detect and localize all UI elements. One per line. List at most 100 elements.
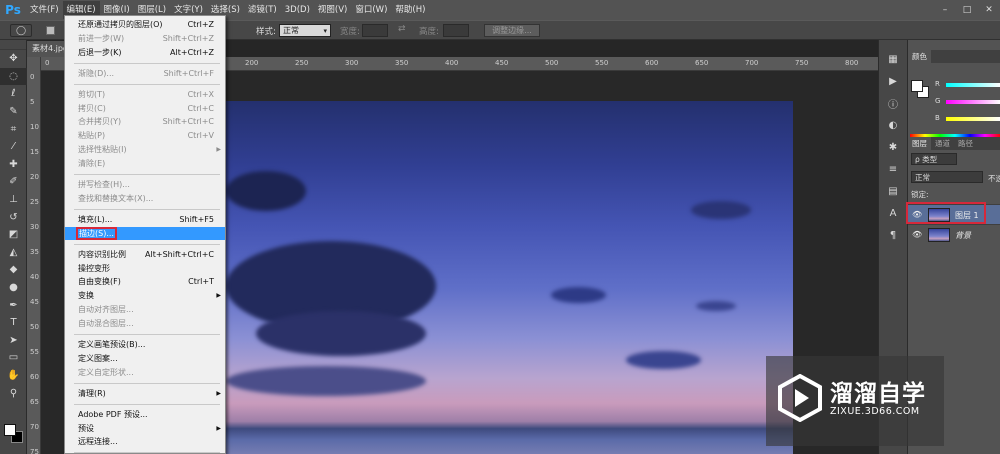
paragraph-icon[interactable]: ¶ — [879, 224, 907, 246]
blur-tool-icon[interactable]: ◆ — [0, 261, 27, 279]
menu-window[interactable]: 窗口(W) — [351, 1, 391, 19]
tab-channels[interactable]: 通道 — [931, 137, 954, 150]
quick-select-tool-icon[interactable]: ✎ — [0, 103, 27, 121]
menu-item[interactable]: 还原通过拷贝的图层(O) Ctrl+Z — [65, 18, 225, 31]
dock-grip[interactable] — [879, 40, 907, 48]
menu-item[interactable]: 清理(R) ▶ — [65, 387, 225, 400]
menu-item-label: 前进一步(W) — [78, 33, 125, 43]
character-icon[interactable]: A — [879, 202, 907, 224]
path-select-icon[interactable]: ➤ — [0, 332, 27, 350]
width-input[interactable] — [362, 24, 388, 37]
menu-item-label: 剪切(T) — [78, 89, 106, 99]
height-input[interactable] — [443, 24, 469, 37]
close-button[interactable]: ✕ — [978, 0, 1000, 20]
menu-item[interactable]: 远程连接... — [65, 435, 225, 448]
menu-file[interactable]: 文件(F) — [26, 1, 63, 19]
menu-item-label: 查找和替换文本(X)... — [78, 193, 154, 203]
new-selection-icon[interactable] — [46, 26, 55, 35]
menu-item-label: 填充(L)... — [78, 214, 113, 224]
properties-icon[interactable]: ≡ — [879, 158, 907, 180]
brush-presets-icon[interactable]: ✱ — [879, 136, 907, 158]
pen-tool-icon[interactable]: ✒ — [0, 296, 27, 314]
green-slider[interactable] — [946, 100, 1000, 104]
menu-item[interactable]: 定义画笔预设(B)... — [65, 338, 225, 351]
callout-box — [906, 202, 986, 224]
photo-cloud — [226, 171, 306, 211]
watermark: 溜溜自学 ZIXUE.3D66.COM — [766, 356, 944, 446]
menu-filter[interactable]: 滤镜(T) — [244, 1, 281, 19]
menu-3d[interactable]: 3D(D) — [281, 1, 314, 19]
blue-slider[interactable] — [946, 117, 1000, 121]
hand-tool-icon[interactable]: ✋ — [0, 367, 27, 385]
color-panel: 颜色 R G B — [908, 50, 1000, 144]
menu-item-shortcut: Ctrl+Z — [187, 20, 214, 29]
menu-help[interactable]: 帮助(H) — [391, 1, 429, 19]
history-brush-icon[interactable]: ↺ — [0, 208, 27, 226]
ruler-tick-label: 45 — [30, 298, 39, 306]
type-tool-icon[interactable]: T — [0, 314, 27, 332]
sky-photo[interactable] — [226, 101, 793, 454]
document-tab[interactable]: 素材4.jpg — [27, 41, 65, 57]
layer-row-background[interactable]: 👁 背景 — [908, 224, 1000, 244]
refine-edge-button[interactable]: 调整边缘... — [484, 24, 540, 37]
menu-item[interactable]: 自由变换(F) Ctrl+T — [65, 275, 225, 288]
height-label: 高度: — [419, 27, 439, 37]
menu-item[interactable]: 操控变形 — [65, 262, 225, 275]
ruler-tick-label: 700 — [745, 59, 759, 67]
history-icon[interactable]: ▦ — [879, 48, 907, 70]
menu-item[interactable]: 定义图案... — [65, 352, 225, 365]
menu-item[interactable]: 变换 ▶ — [65, 289, 225, 302]
ruler-tick-label: 35 — [30, 248, 39, 256]
brush-tool-icon[interactable]: ✐ — [0, 173, 27, 191]
paint-bucket-icon[interactable]: ◭ — [0, 244, 27, 262]
menu-item-label: 变换 — [78, 291, 94, 301]
menu-separator — [74, 382, 220, 384]
info-icon[interactable]: ⓘ — [879, 92, 907, 114]
ruler-tick-label: 30 — [30, 223, 39, 231]
panel-foreground-swatch[interactable] — [911, 80, 923, 92]
dodge-tool-icon[interactable]: ● — [0, 279, 27, 297]
layer-name[interactable]: 背景 — [955, 230, 971, 241]
toolbar-grip[interactable] — [0, 40, 26, 50]
tab-layers[interactable]: 图层 — [908, 137, 931, 150]
menu-view[interactable]: 视图(V) — [314, 1, 351, 19]
menu-item[interactable]: 描边(S)... — [65, 226, 225, 240]
maximize-button[interactable]: □ — [956, 0, 978, 20]
move-tool-icon[interactable]: ✥ — [0, 50, 27, 68]
adjustments-icon[interactable]: ◐ — [879, 114, 907, 136]
actions-play-icon[interactable]: ▶ — [879, 70, 907, 92]
style-select[interactable]: 正常 ▾ — [279, 24, 331, 37]
ruler-tick-label: 400 — [445, 59, 459, 67]
menu-item[interactable]: 填充(L)... Shift+F5 — [65, 213, 225, 226]
layer-filter-kind[interactable]: ρ 类型 — [911, 153, 957, 165]
minimize-button[interactable]: – — [934, 0, 956, 20]
marquee-tool-icon[interactable]: ◌ — [0, 67, 27, 86]
healing-brush-icon[interactable]: ✚ — [0, 156, 27, 174]
lasso-tool-icon[interactable]: ℓ — [0, 85, 27, 103]
eyedropper-tool-icon[interactable]: ⁄ — [0, 138, 27, 156]
tab-paths[interactable]: 路径 — [954, 137, 977, 150]
ruler-tick-label: 800 — [845, 59, 859, 67]
foreground-color-swatch[interactable] — [4, 424, 16, 436]
menu-item: 自动混合图层... — [65, 317, 225, 330]
menu-item: 前进一步(W) Shift+Ctrl+Z — [65, 32, 225, 45]
visibility-eye-icon[interactable]: 👁 — [912, 230, 922, 239]
tab-color[interactable]: 颜色 — [908, 50, 931, 63]
menu-item-shortcut: Ctrl+T — [188, 277, 214, 287]
swatches-icon[interactable]: ▤ — [879, 180, 907, 202]
swap-icon[interactable]: ⇄ — [398, 24, 406, 34]
menu-item: 自动对齐图层... — [65, 303, 225, 316]
shape-tool-icon[interactable]: ▭ — [0, 349, 27, 367]
menu-item-shortcut: Ctrl+X — [187, 89, 214, 99]
crop-tool-icon[interactable]: ⌗ — [0, 120, 27, 138]
tool-preset-picker[interactable]: ◯ — [10, 24, 32, 37]
menu-item[interactable]: 预设 ▶ — [65, 422, 225, 435]
menu-item[interactable]: 后退一步(K) Alt+Ctrl+Z — [65, 46, 225, 59]
red-slider[interactable] — [946, 83, 1000, 87]
clone-stamp-icon[interactable]: ⊥ — [0, 191, 27, 209]
menu-item[interactable]: Adobe PDF 预设... — [65, 408, 225, 421]
menu-item[interactable]: 内容识别比例 Alt+Shift+Ctrl+C — [65, 248, 225, 261]
blend-mode-select[interactable]: 正常 — [911, 171, 983, 183]
zoom-tool-icon[interactable]: ⚲ — [0, 384, 27, 402]
eraser-tool-icon[interactable]: ◩ — [0, 226, 27, 244]
